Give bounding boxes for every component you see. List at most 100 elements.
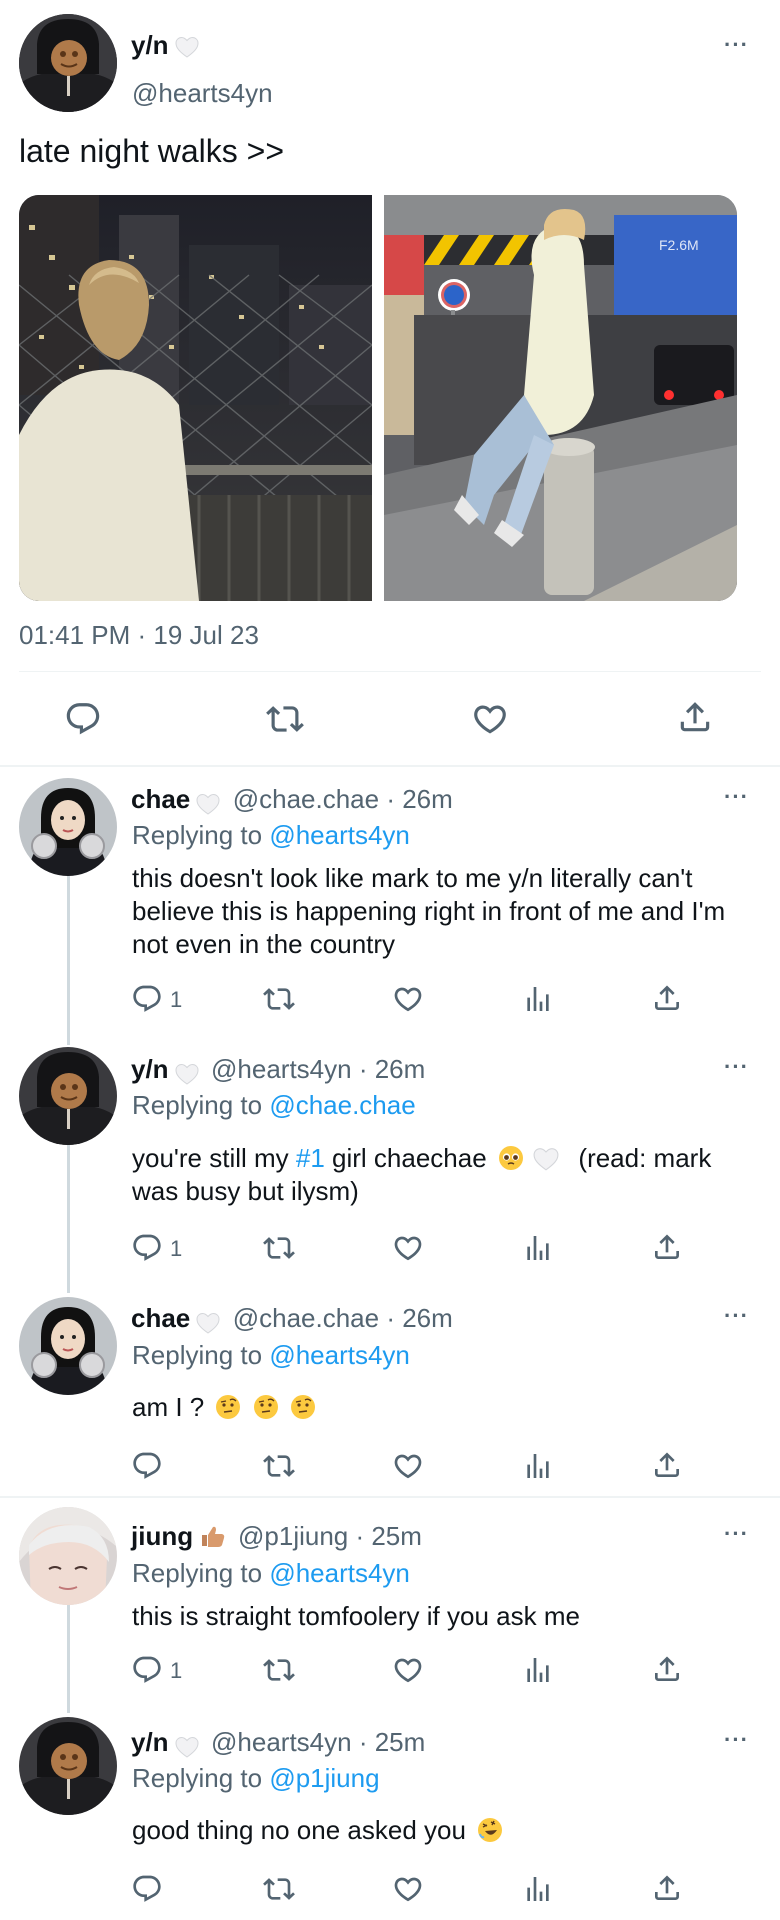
reply-text-part: you're still my [132,1143,296,1173]
author-name-text[interactable]: y/n [131,30,169,60]
author-name[interactable]: jiung [131,1521,193,1551]
divider [0,1496,780,1498]
author-handle-time[interactable]: @hearts4yn · 25m [211,1727,425,1757]
tweet-timestamp[interactable]: 01:41 PM · 19 Jul 23 [19,620,259,651]
replying-to-prefix: Replying to [132,820,270,850]
white-heart-icon [175,36,199,58]
retweet-icon[interactable] [263,983,295,1015]
like-icon[interactable] [392,983,424,1015]
replying-to-link[interactable]: @p1jiung [269,1763,379,1793]
thumbs-up-icon [201,1526,224,1547]
reply-header: chae @chae.chae · 26m [131,784,453,815]
reply-icon[interactable] [131,1232,163,1264]
retweet-icon[interactable] [263,1873,295,1905]
retweet-icon[interactable] [263,1232,295,1264]
white-heart-icon [175,1736,199,1758]
reply-icon[interactable] [131,1873,163,1905]
author-name[interactable]: chae [131,1303,190,1333]
white-heart-icon [196,793,220,815]
replying-to-prefix: Replying to [132,1340,270,1370]
avatar[interactable] [19,1507,117,1605]
reply-icon[interactable] [131,983,163,1015]
replying-to-prefix: Replying to [132,1090,270,1120]
reply-header: y/n @hearts4yn · 25m [131,1727,425,1758]
more-icon[interactable]: ··· [724,1303,749,1329]
avatar[interactable] [19,14,117,112]
replying-to-link[interactable]: @hearts4yn [269,820,410,850]
author-handle-time[interactable]: @chae.chae · 26m [233,1303,453,1333]
share-icon[interactable] [651,1449,683,1481]
views-icon[interactable] [522,1232,554,1264]
replying-to-prefix: Replying to [132,1763,270,1793]
replying-to-link[interactable]: @hearts4yn [269,1558,410,1588]
raised-eyebrow-face-icon [216,1395,241,1419]
like-icon[interactable] [392,1232,424,1264]
share-icon[interactable] [651,982,683,1014]
avatar[interactable] [19,1297,117,1395]
reply-text: good thing no one asked you [132,1814,503,1847]
thread-line [67,1603,70,1713]
avatar[interactable] [19,1047,117,1145]
author-handle-time[interactable]: @hearts4yn · 26m [211,1054,425,1084]
share-icon[interactable] [651,1231,683,1263]
author-name[interactable]: y/n [131,1054,169,1084]
reply-text: am I ? [132,1391,316,1424]
share-icon[interactable] [676,698,714,736]
retweet-icon[interactable] [263,1450,295,1482]
retweet-icon[interactable] [263,1654,295,1686]
replying-to: Replying to @hearts4yn [132,1558,410,1589]
tweet-image-2[interactable]: F2.6M [384,195,737,601]
views-icon[interactable] [522,1654,554,1686]
avatar[interactable] [19,778,117,876]
divider [19,671,761,672]
reply-icon[interactable] [64,700,102,738]
author-handle-time[interactable]: @p1jiung · 25m [238,1521,422,1551]
more-icon[interactable]: ··· [724,784,749,810]
white-heart-icon [175,1063,199,1085]
author-name[interactable]: chae [131,784,190,814]
reply-icon[interactable] [131,1450,163,1482]
author-name[interactable]: y/n [131,30,199,61]
reply-text-part: girl chaechae [324,1143,487,1173]
views-icon[interactable] [522,1873,554,1905]
like-icon[interactable] [471,700,509,738]
replying-to: Replying to @chae.chae [132,1090,416,1121]
raised-eyebrow-face-icon [253,1395,278,1419]
reply-count: 1 [170,1236,183,1261]
white-heart-icon [196,1312,220,1334]
hashtag-link[interactable]: #1 [296,1143,325,1173]
like-icon[interactable] [392,1654,424,1686]
reply-text: this doesn't look like mark to me y/n li… [132,863,726,959]
avatar[interactable] [19,1717,117,1815]
replying-to: Replying to @hearts4yn [132,1340,410,1371]
replying-to-prefix: Replying to [132,1558,270,1588]
rofl-face-icon [478,1818,503,1842]
like-icon[interactable] [392,1873,424,1905]
reply-count: 1 [170,1658,183,1683]
author-handle-time[interactable]: @chae.chae · 26m [233,784,453,814]
tweet-text: late night walks >> [19,133,285,169]
replying-to: Replying to @p1jiung [132,1763,380,1794]
retweet-icon[interactable] [265,700,305,738]
replying-to-link[interactable]: @chae.chae [269,1090,415,1120]
views-icon[interactable] [522,983,554,1015]
reply-header: jiung @p1jiung · 25m [131,1521,422,1552]
author-name[interactable]: y/n [131,1727,169,1757]
more-icon[interactable]: ··· [724,1521,749,1547]
author-handle[interactable]: @hearts4yn [132,78,273,109]
more-icon[interactable]: ··· [724,32,749,58]
replying-to-link[interactable]: @hearts4yn [269,1340,410,1370]
like-icon[interactable] [392,1450,424,1482]
reply-header: chae @chae.chae · 26m [131,1303,453,1334]
more-icon[interactable]: ··· [724,1054,749,1080]
share-icon[interactable] [651,1653,683,1685]
views-icon[interactable] [522,1450,554,1482]
reply-icon[interactable] [131,1654,163,1686]
white-heart-icon [533,1147,559,1171]
pleading-face-icon [498,1146,523,1170]
share-icon[interactable] [651,1872,683,1904]
tweet-image-1[interactable] [19,195,372,601]
more-icon[interactable]: ··· [724,1727,749,1753]
reply-text-part: am I ? [132,1392,205,1422]
reply-header: y/n @hearts4yn · 26m [131,1054,425,1085]
